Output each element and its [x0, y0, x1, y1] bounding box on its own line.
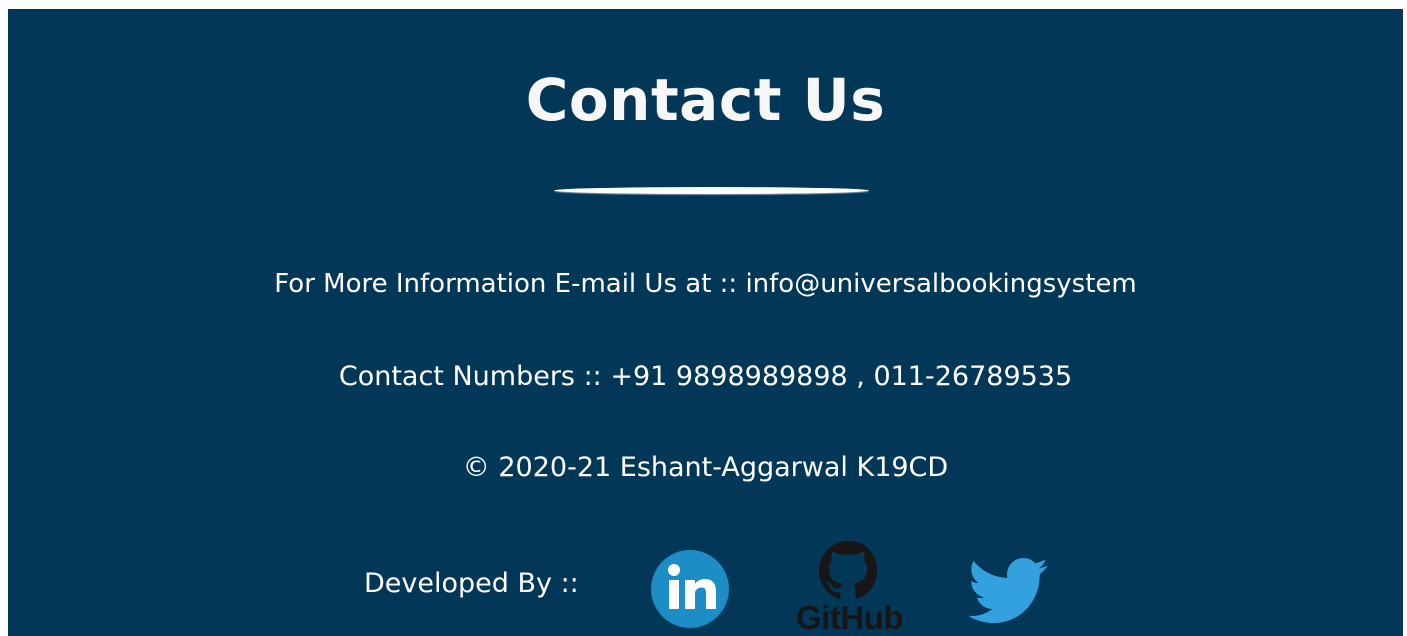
email-info-text: For More Information E-mail Us at :: inf… [274, 269, 1137, 299]
contact-section: Contact Us For More Information E-mail U… [8, 9, 1403, 636]
linkedin-icon [651, 550, 729, 628]
copyright-text: © 2020-21 Eshant-Aggarwal K19CD [462, 452, 949, 483]
page-title: Contact Us [525, 66, 886, 134]
linkedin-link[interactable] [650, 549, 730, 629]
github-wordmark: GitHub [796, 599, 903, 636]
twitter-link[interactable] [968, 557, 1048, 625]
twitter-icon [968, 558, 1048, 623]
title-divider [554, 187, 869, 194]
developed-by-label: Developed By :: [364, 568, 579, 599]
contact-numbers-text: Contact Numbers :: +91 9898989898 , 011-… [338, 361, 1073, 392]
github-link[interactable]: GitHub [794, 539, 904, 636]
